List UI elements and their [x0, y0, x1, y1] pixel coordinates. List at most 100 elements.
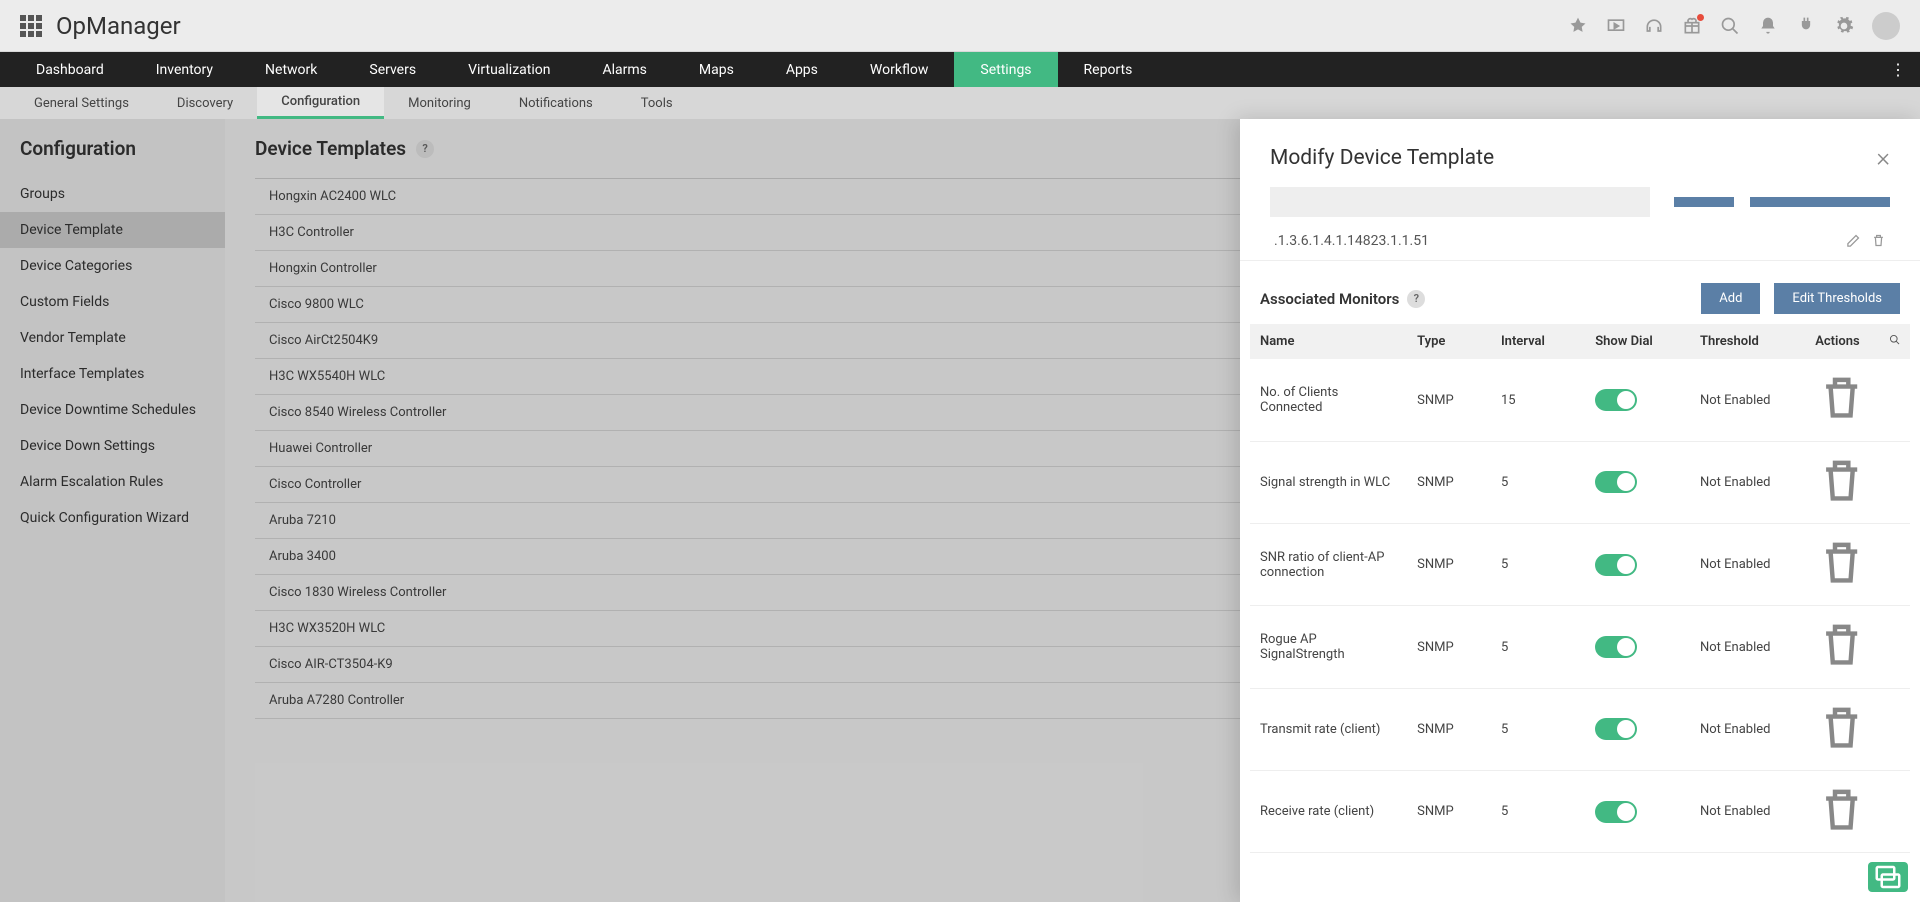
delete-icon[interactable] [1871, 231, 1886, 250]
delete-monitor-icon[interactable] [1815, 411, 1868, 429]
monitor-threshold: Not Enabled [1690, 771, 1805, 853]
subnav-general-settings[interactable]: General Settings [10, 87, 153, 119]
monitor-type: SNMP [1407, 688, 1491, 770]
gear-icon[interactable] [1834, 16, 1854, 36]
main-nav: DashboardInventoryNetworkServersVirtuali… [0, 52, 1920, 87]
subnav-monitoring[interactable]: Monitoring [384, 87, 495, 119]
sidebar-item-device-downtime-schedules[interactable]: Device Downtime Schedules [0, 392, 225, 428]
edit-icon[interactable] [1846, 231, 1861, 250]
help-icon[interactable]: ? [1407, 290, 1425, 308]
nav-workflow[interactable]: Workflow [844, 52, 955, 87]
sidebar-item-quick-configuration-wizard[interactable]: Quick Configuration Wizard [0, 500, 225, 536]
monitor-row: Rogue AP SignalStrength SNMP 5 Not Enabl… [1250, 606, 1910, 688]
delete-monitor-icon[interactable] [1815, 658, 1868, 676]
monitor-interval: 5 [1491, 524, 1585, 606]
nav-more-icon[interactable]: ⋮ [1876, 52, 1920, 87]
sidebar-item-groups[interactable]: Groups [0, 176, 225, 212]
monitor-threshold: Not Enabled [1690, 524, 1805, 606]
col-interval: Interval [1491, 324, 1585, 359]
nav-network[interactable]: Network [239, 52, 343, 87]
nav-servers[interactable]: Servers [343, 52, 442, 87]
oid-action-button-2[interactable] [1750, 197, 1890, 207]
sidebar-item-vendor-template[interactable]: Vendor Template [0, 320, 225, 356]
user-avatar[interactable] [1872, 12, 1900, 40]
monitor-row: SNR ratio of client-AP connection SNMP 5… [1250, 524, 1910, 606]
edit-thresholds-button[interactable]: Edit Thresholds [1774, 283, 1900, 314]
monitor-type: SNMP [1407, 359, 1491, 441]
search-icon[interactable] [1720, 16, 1740, 36]
oid-action-button-1[interactable] [1674, 197, 1734, 207]
monitor-type: SNMP [1407, 524, 1491, 606]
nav-virtualization[interactable]: Virtualization [442, 52, 576, 87]
nav-dashboard[interactable]: Dashboard [10, 52, 130, 87]
sidebar-title: Configuration [0, 137, 225, 176]
sidebar-item-custom-fields[interactable]: Custom Fields [0, 284, 225, 320]
nav-inventory[interactable]: Inventory [130, 52, 239, 87]
show-dial-toggle[interactable] [1595, 389, 1637, 411]
show-dial-toggle[interactable] [1595, 554, 1637, 576]
delete-monitor-icon[interactable] [1815, 822, 1868, 840]
delete-monitor-icon[interactable] [1815, 575, 1868, 593]
monitor-name: Signal strength in WLC [1250, 441, 1407, 523]
col-threshold: Threshold [1690, 324, 1805, 359]
rocket-icon[interactable] [1568, 16, 1588, 36]
delete-monitor-icon[interactable] [1815, 493, 1868, 511]
content-area: Configuration GroupsDevice TemplateDevic… [0, 119, 1920, 902]
monitor-row: Signal strength in WLC SNMP 5 Not Enable… [1250, 441, 1910, 523]
close-icon[interactable]: × [1876, 143, 1890, 173]
nav-alarms[interactable]: Alarms [576, 52, 672, 87]
modify-template-panel: Modify Device Template × .1.3.6.1.4.1.14… [1240, 119, 1920, 902]
subnav-notifications[interactable]: Notifications [495, 87, 617, 119]
sidebar-item-device-categories[interactable]: Device Categories [0, 248, 225, 284]
add-button[interactable]: Add [1701, 283, 1760, 314]
delete-monitor-icon[interactable] [1815, 740, 1868, 758]
monitor-threshold: Not Enabled [1690, 606, 1805, 688]
bell-icon[interactable] [1758, 16, 1778, 36]
apps-grid-icon[interactable] [20, 15, 42, 37]
oid-input-placeholder[interactable] [1270, 187, 1650, 217]
help-icon[interactable]: ? [416, 140, 434, 158]
associated-monitors-title: Associated Monitors ? [1260, 290, 1425, 308]
monitor-type: SNMP [1407, 771, 1491, 853]
show-dial-toggle[interactable] [1595, 471, 1637, 493]
monitor-threshold: Not Enabled [1690, 688, 1805, 770]
subnav-discovery[interactable]: Discovery [153, 87, 257, 119]
config-sidebar: Configuration GroupsDevice TemplateDevic… [0, 119, 225, 902]
col-actions: Actions [1805, 324, 1878, 359]
subnav-configuration[interactable]: Configuration [257, 87, 384, 119]
col-dial: Show Dial [1585, 324, 1690, 359]
nav-maps[interactable]: Maps [673, 52, 760, 87]
plug-icon[interactable] [1796, 16, 1816, 36]
monitor-interval: 5 [1491, 606, 1585, 688]
sidebar-item-device-template[interactable]: Device Template [0, 212, 225, 248]
monitor-threshold: Not Enabled [1690, 441, 1805, 523]
show-dial-toggle[interactable] [1595, 718, 1637, 740]
monitor-row: Receive rate (client) SNMP 5 Not Enabled [1250, 771, 1910, 853]
show-dial-toggle[interactable] [1595, 801, 1637, 823]
show-dial-toggle[interactable] [1595, 636, 1637, 658]
monitor-row: No. of Clients Connected SNMP 15 Not Ena… [1250, 359, 1910, 441]
top-bar: OpManager [0, 0, 1920, 52]
monitor-type: SNMP [1407, 606, 1491, 688]
present-icon[interactable] [1606, 16, 1626, 36]
gift-icon[interactable] [1682, 16, 1702, 36]
nav-reports[interactable]: Reports [1058, 52, 1159, 87]
top-right-icons [1568, 12, 1900, 40]
sidebar-item-interface-templates[interactable]: Interface Templates [0, 356, 225, 392]
monitors-table: Name Type Interval Show Dial Threshold A… [1250, 324, 1910, 853]
sidebar-item-device-down-settings[interactable]: Device Down Settings [0, 428, 225, 464]
panel-title: Modify Device Template [1270, 146, 1494, 170]
chat-widget-icon[interactable] [1868, 862, 1908, 892]
sidebar-item-alarm-escalation-rules[interactable]: Alarm Escalation Rules [0, 464, 225, 500]
monitor-name: Rogue AP SignalStrength [1250, 606, 1407, 688]
headset-icon[interactable] [1644, 16, 1664, 36]
monitor-type: SNMP [1407, 441, 1491, 523]
monitor-name: SNR ratio of client-AP connection [1250, 524, 1407, 606]
nav-apps[interactable]: Apps [760, 52, 844, 87]
col-search[interactable] [1879, 324, 1910, 359]
monitor-name: Receive rate (client) [1250, 771, 1407, 853]
nav-settings[interactable]: Settings [954, 52, 1057, 87]
subnav-tools[interactable]: Tools [617, 87, 697, 119]
col-name: Name [1250, 324, 1407, 359]
sub-nav: General SettingsDiscoveryConfigurationMo… [0, 87, 1920, 119]
